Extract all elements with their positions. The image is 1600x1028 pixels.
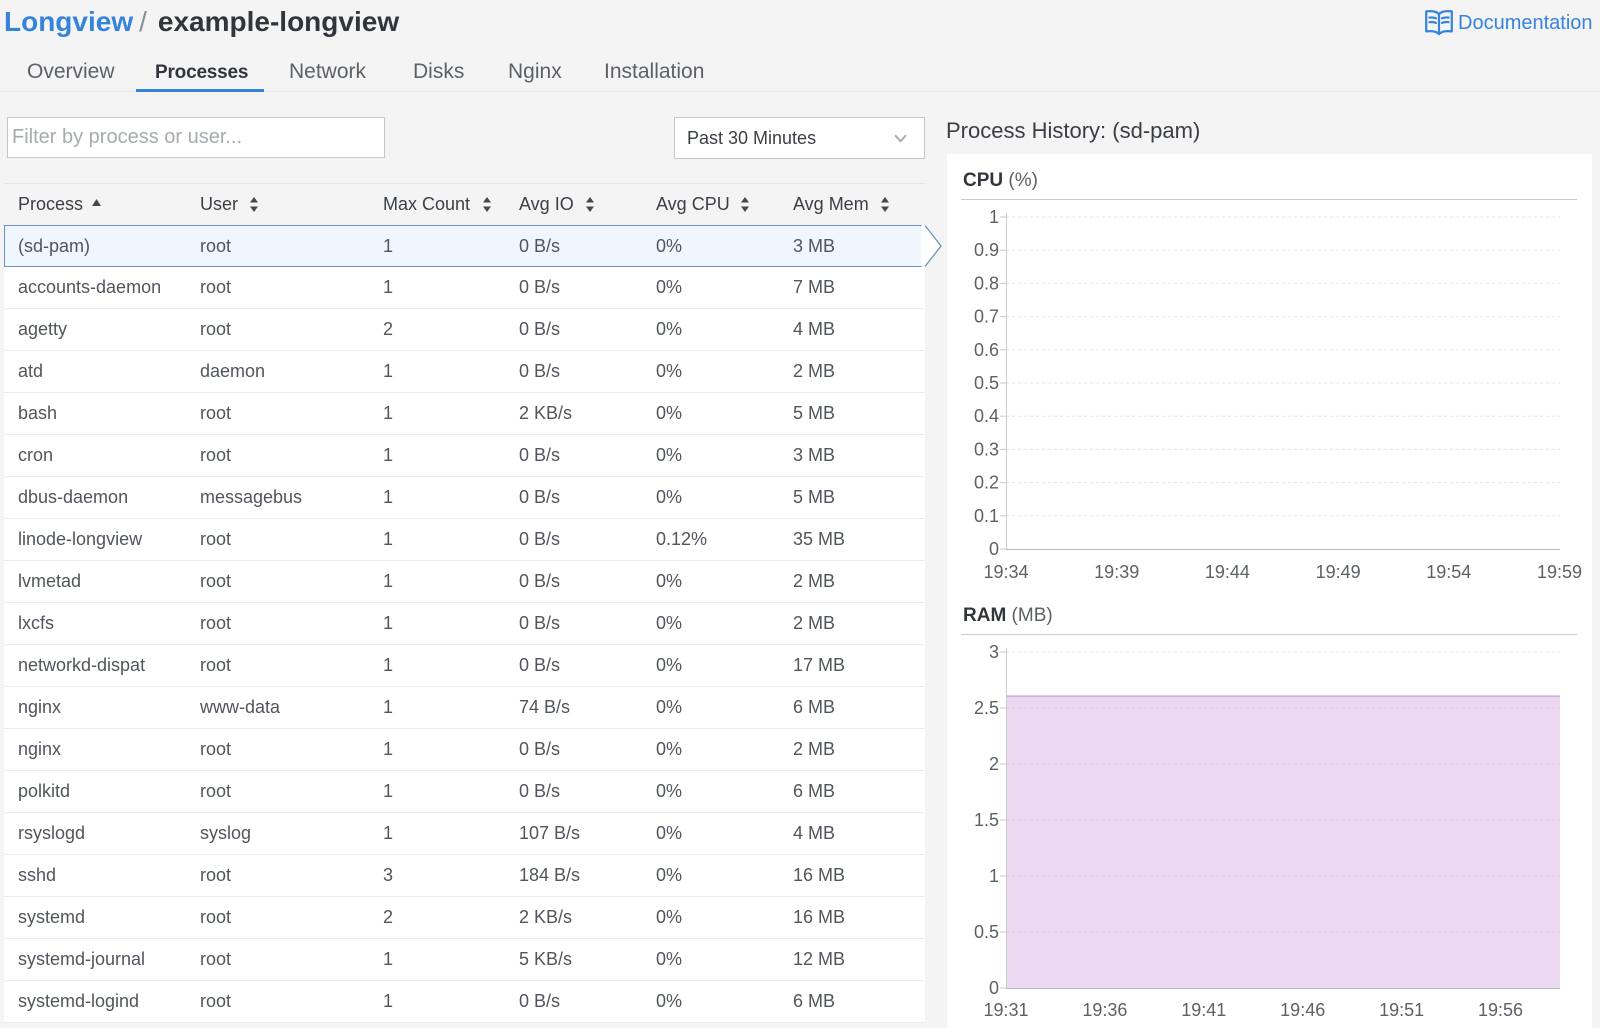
svg-text:0: 0 <box>989 539 999 559</box>
svg-text:0.8: 0.8 <box>974 273 999 293</box>
svg-text:19:41: 19:41 <box>1181 1000 1226 1020</box>
svg-text:19:39: 19:39 <box>1094 562 1139 582</box>
svg-text:19:46: 19:46 <box>1280 1000 1325 1020</box>
svg-text:2: 2 <box>989 754 999 774</box>
svg-text:19:51: 19:51 <box>1379 1000 1424 1020</box>
svg-text:19:34: 19:34 <box>983 562 1028 582</box>
svg-text:CPU (%): CPU (%) <box>963 170 1038 191</box>
svg-text:1: 1 <box>989 207 999 227</box>
svg-text:0: 0 <box>989 978 999 998</box>
svg-text:3: 3 <box>989 642 999 662</box>
svg-text:1.5: 1.5 <box>974 810 999 830</box>
svg-text:19:44: 19:44 <box>1205 562 1250 582</box>
svg-text:0.4: 0.4 <box>974 406 999 426</box>
svg-text:0.9: 0.9 <box>974 240 999 260</box>
svg-text:19:31: 19:31 <box>983 1000 1028 1020</box>
svg-text:RAM (MB): RAM (MB) <box>963 605 1053 626</box>
svg-text:2.5: 2.5 <box>974 698 999 718</box>
svg-text:0.7: 0.7 <box>974 307 999 327</box>
svg-text:19:36: 19:36 <box>1082 1000 1127 1020</box>
svg-text:19:49: 19:49 <box>1316 562 1361 582</box>
svg-text:0.5: 0.5 <box>974 373 999 393</box>
svg-text:0.3: 0.3 <box>974 439 999 459</box>
svg-text:19:59: 19:59 <box>1537 562 1582 582</box>
svg-text:19:54: 19:54 <box>1426 562 1471 582</box>
svg-text:0.1: 0.1 <box>974 506 999 526</box>
svg-text:19:56: 19:56 <box>1478 1000 1523 1020</box>
svg-text:0.2: 0.2 <box>974 473 999 493</box>
svg-text:0.6: 0.6 <box>974 340 999 360</box>
svg-text:0.5: 0.5 <box>974 922 999 942</box>
svg-text:1: 1 <box>989 866 999 886</box>
